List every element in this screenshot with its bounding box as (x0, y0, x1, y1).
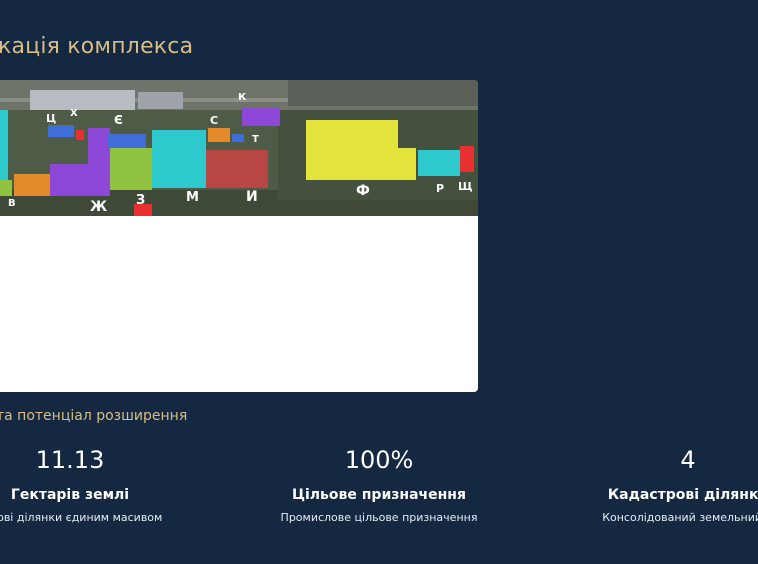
zone-x (76, 130, 84, 140)
map-label-ye: Є (114, 113, 123, 127)
zone-c (48, 125, 74, 137)
aerial-map-image: Ц Х Є К С Т В Ж З М И Ф Р Щ (0, 80, 478, 216)
map-card: Ц Х Є К С Т В Ж З М И Ф Р Щ (0, 80, 478, 392)
stat-label: Гектарів землі (10, 487, 130, 503)
stat-cadastral: 4 Кадастрові ділянки Консолідований земе… (578, 446, 758, 525)
zone-cyan (0, 110, 8, 180)
stat-value: 4 (680, 446, 696, 474)
zone-ye (108, 134, 146, 148)
map-label-z: З (136, 193, 145, 208)
zone-z (110, 148, 152, 190)
stat-label: Цільове призначення (292, 487, 466, 503)
map-label-shch: Щ (458, 180, 473, 193)
stat-label: Кадастрові ділянки (607, 487, 758, 503)
map-label-f: Ф (356, 183, 370, 199)
zone-k (242, 108, 280, 126)
roof-building (30, 90, 135, 110)
stat-purpose: 100% Цільове призначення Промислове ціль… (269, 446, 489, 525)
stat-description: Консолідований земельний м (602, 511, 758, 524)
map-label-m: М (186, 190, 199, 205)
map-label-t: Т (252, 134, 259, 145)
stat-description: строві ділянки єдиним масивом (0, 511, 163, 524)
map-label-zh: Ж (90, 199, 107, 215)
zone-green (0, 180, 12, 196)
map-label-y: И (246, 189, 258, 205)
map-label-r: Р (436, 182, 444, 195)
zone-shch (460, 146, 474, 172)
stat-description: Промислове цільове призначення (280, 511, 478, 524)
stat-hectares: 11.13 Гектарів землі строві ділянки єдин… (0, 446, 180, 525)
map-label-k: К (238, 92, 247, 103)
map-label-v: В (8, 198, 16, 209)
section-subtitle: та потенціал розширення (0, 408, 188, 424)
roof-building (138, 92, 183, 109)
zone-orange (14, 174, 50, 196)
zone-m (152, 130, 206, 188)
section-title: кація комплекса (0, 34, 194, 59)
zone-t (232, 134, 244, 142)
zone-r (418, 150, 460, 176)
zone-y (206, 150, 268, 188)
stat-value: 100% (344, 446, 414, 474)
stat-value: 11.13 (35, 446, 105, 474)
map-label-ts: Ц (46, 112, 56, 125)
map-label-kh: Х (70, 108, 78, 119)
map-label-s: С (210, 114, 218, 127)
zone-s (208, 128, 230, 142)
